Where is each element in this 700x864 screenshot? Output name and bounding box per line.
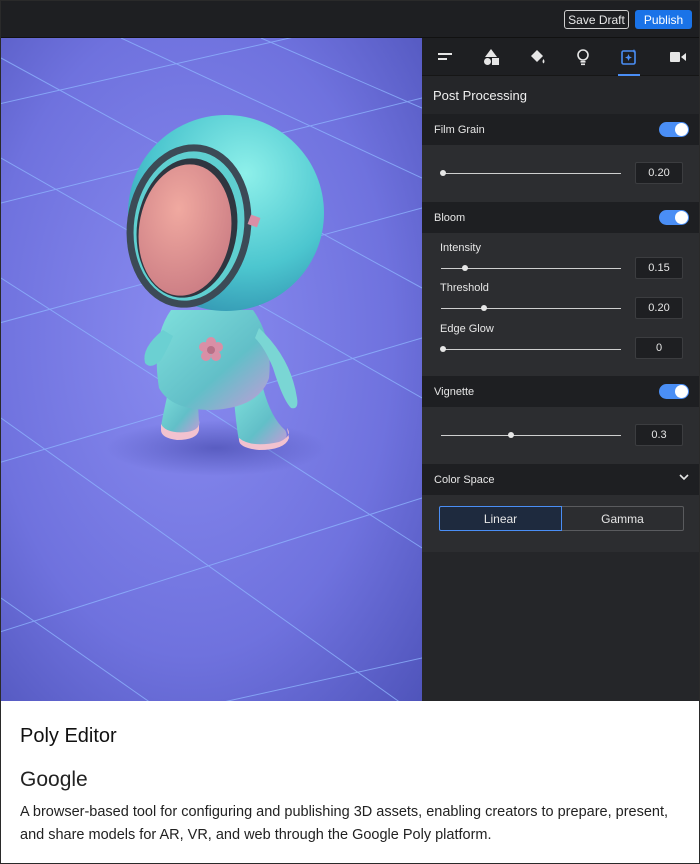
- color-space-header[interactable]: Color Space: [422, 464, 699, 495]
- panel-tool-tabs: [422, 38, 699, 76]
- publish-button[interactable]: Publish: [635, 10, 692, 29]
- sparkle-image-icon[interactable]: [606, 38, 652, 76]
- film-grain-value[interactable]: 0.20: [635, 162, 683, 184]
- toggle-knob: [675, 385, 688, 398]
- screenshot-frame: Save Draft Publish Post Processing Film …: [0, 0, 700, 864]
- intensity-slider[interactable]: [441, 268, 621, 269]
- properties-panel: Post Processing Film Grain 0.20 Bloom In…: [422, 38, 699, 701]
- intensity-slider-thumb[interactable]: [462, 265, 468, 271]
- film-grain-header: Film Grain: [422, 114, 699, 145]
- 3d-viewport[interactable]: [1, 38, 422, 701]
- top-bar: Save Draft Publish: [1, 1, 699, 38]
- color-space-gamma-option[interactable]: Gamma: [562, 506, 684, 531]
- intensity-label: Intensity: [440, 242, 481, 254]
- vignette-header: Vignette: [422, 376, 699, 407]
- edge-glow-slider-thumb[interactable]: [440, 346, 446, 352]
- paint-bucket-icon[interactable]: [514, 38, 560, 76]
- align-left-icon[interactable]: [422, 38, 468, 76]
- vignette-slider[interactable]: [441, 435, 621, 436]
- threshold-value[interactable]: 0.20: [635, 297, 683, 319]
- viewport-scene: [1, 38, 422, 701]
- toggle-knob: [675, 211, 688, 224]
- panel-title: Post Processing: [433, 88, 527, 103]
- color-space-body: Linear Gamma: [422, 495, 699, 552]
- video-camera-icon[interactable]: [655, 38, 699, 76]
- bloom-header: Bloom: [422, 202, 699, 233]
- film-grain-slider-thumb[interactable]: [440, 170, 446, 176]
- threshold-slider-thumb[interactable]: [481, 305, 487, 311]
- panel-empty-area: [422, 552, 699, 701]
- save-draft-button[interactable]: Save Draft: [564, 10, 629, 29]
- film-grain-body: 0.20: [422, 145, 699, 202]
- caption-area: Poly Editor Google A browser-based tool …: [1, 701, 699, 863]
- shapes-icon[interactable]: [468, 38, 514, 76]
- threshold-slider[interactable]: [441, 308, 621, 309]
- film-grain-slider[interactable]: [441, 173, 621, 174]
- color-space-label: Color Space: [434, 474, 495, 486]
- film-grain-label: Film Grain: [434, 124, 485, 136]
- edge-glow-value[interactable]: 0: [635, 337, 683, 359]
- bloom-body: Intensity 0.15 Threshold 0.20 Edge Glow …: [422, 233, 699, 376]
- edge-glow-slider[interactable]: [441, 349, 621, 350]
- color-space-linear-option[interactable]: Linear: [439, 506, 562, 531]
- film-grain-toggle[interactable]: [659, 122, 689, 137]
- vignette-toggle[interactable]: [659, 384, 689, 399]
- lightbulb-icon[interactable]: [560, 38, 606, 76]
- threshold-label: Threshold: [440, 282, 489, 294]
- vignette-value[interactable]: 0.3: [635, 424, 683, 446]
- app-description: A browser-based tool for configuring and…: [20, 804, 669, 843]
- toggle-knob: [675, 123, 688, 136]
- vignette-label: Vignette: [434, 386, 475, 398]
- app-title: Poly Editor: [20, 725, 117, 747]
- bloom-toggle[interactable]: [659, 210, 689, 225]
- bloom-label: Bloom: [434, 212, 466, 224]
- vignette-body: 0.3: [422, 407, 699, 464]
- intensity-value[interactable]: 0.15: [635, 257, 683, 279]
- company-name: Google: [20, 768, 88, 791]
- edge-glow-label: Edge Glow: [440, 323, 494, 335]
- vignette-slider-thumb[interactable]: [508, 432, 514, 438]
- chevron-down-icon[interactable]: [679, 473, 689, 481]
